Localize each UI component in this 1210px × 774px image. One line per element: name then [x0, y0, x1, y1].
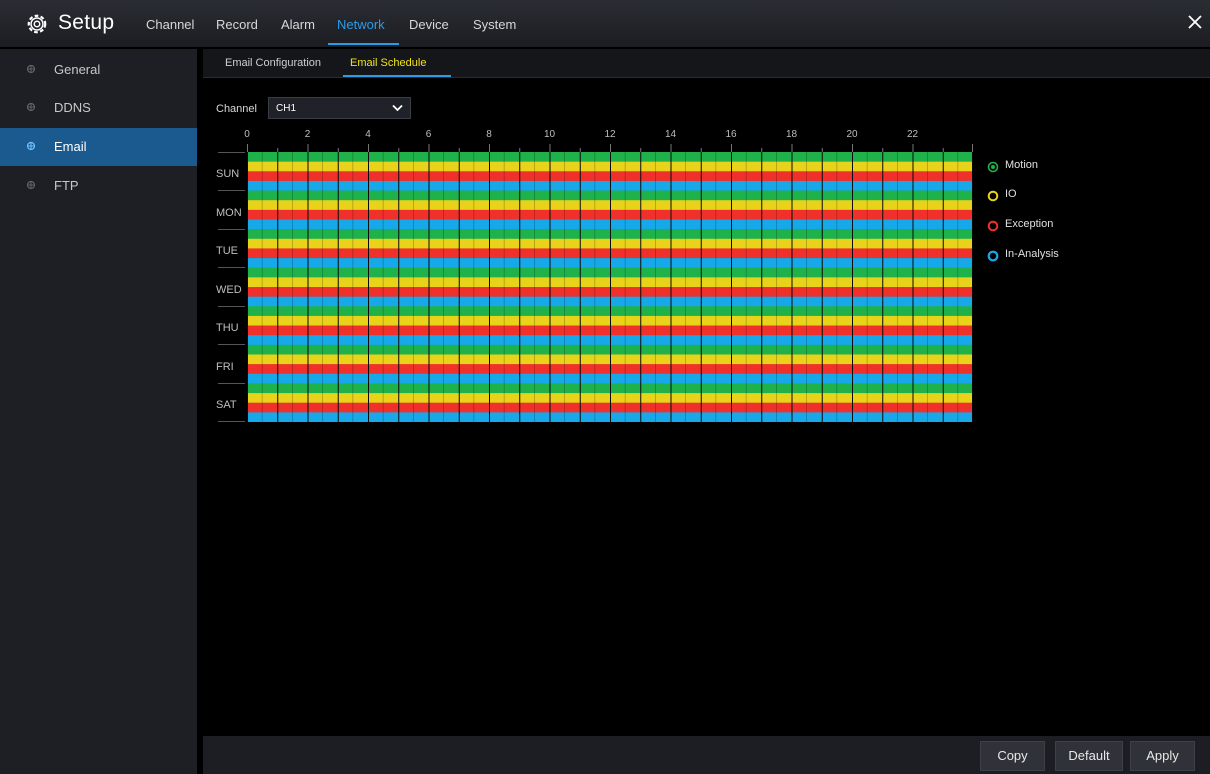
sidebar-item-label: Email	[54, 139, 87, 154]
menu-record[interactable]: Record	[216, 17, 258, 32]
copy-button[interactable]: Copy	[980, 741, 1045, 771]
day-label-thu: THU	[216, 322, 239, 334]
chevron-down-icon	[392, 104, 403, 112]
hour-axis-ticks	[247, 144, 973, 152]
menu-network[interactable]: Network	[337, 17, 385, 32]
sidebar-item-email[interactable]: Email	[0, 128, 197, 166]
hour-label: 6	[425, 129, 432, 140]
sidebar-item-general[interactable]: General	[0, 51, 197, 89]
sidebar-item-label: FTP	[54, 178, 79, 193]
legend-label: Exception	[1005, 218, 1054, 230]
menu-device[interactable]: Device	[409, 17, 449, 32]
close-icon[interactable]	[1186, 13, 1204, 31]
hour-label: 8	[486, 129, 492, 140]
channel-select[interactable]: CH1	[268, 97, 411, 119]
tab-email-configuration[interactable]: Email Configuration	[225, 57, 321, 69]
bullet-icon	[26, 180, 36, 190]
hour-label: 16	[725, 129, 737, 140]
hour-label: 14	[664, 129, 677, 140]
day-label-fri: FRI	[216, 361, 234, 373]
hour-label: 0	[244, 129, 250, 140]
radio-icon	[987, 190, 999, 202]
day-separator	[218, 190, 245, 191]
schedule-grid[interactable]	[247, 152, 973, 422]
day-separator	[218, 229, 245, 230]
sidebar: General DDNS Email FTP	[0, 49, 197, 774]
radio-icon	[987, 250, 999, 262]
day-label-sun: SUN	[216, 168, 240, 180]
channel-value: CH1	[276, 103, 297, 114]
legend-label: In-Analysis	[1005, 248, 1059, 260]
sidebar-item-label: General	[54, 62, 101, 77]
default-button[interactable]: Default	[1055, 741, 1123, 771]
day-separator	[218, 306, 245, 307]
hour-label: 10	[543, 129, 556, 140]
radio-selected-icon	[987, 161, 999, 173]
legend-label: IO	[1005, 188, 1017, 200]
sidebar-item-label: DDNS	[54, 100, 91, 115]
sidebar-item-ddns[interactable]: DDNS	[0, 89, 197, 127]
day-label-mon: MON	[216, 207, 242, 219]
menu-channel[interactable]: Channel	[146, 17, 194, 32]
active-subtab-underline	[343, 75, 451, 77]
sidebar-item-ftp[interactable]: FTP	[0, 167, 197, 205]
hour-label: 20	[846, 129, 858, 140]
day-separator	[218, 344, 245, 345]
app-title: Setup	[58, 11, 115, 34]
bullet-icon	[26, 102, 36, 112]
day-separator	[218, 152, 245, 153]
gear-icon	[27, 14, 47, 34]
hour-label: 12	[604, 129, 616, 140]
subtab-bar: Email Configuration Email Schedule	[203, 49, 1210, 78]
day-separator	[218, 421, 245, 422]
hour-label: 4	[365, 129, 371, 140]
apply-button[interactable]: Apply	[1130, 741, 1195, 771]
menu-alarm[interactable]: Alarm	[281, 17, 315, 32]
day-label-tue: TUE	[216, 245, 238, 257]
day-separator	[218, 383, 245, 384]
hour-label: 18	[785, 129, 798, 140]
bullet-icon	[26, 64, 36, 74]
legend-label: Motion	[1005, 159, 1039, 171]
active-menu-underline	[328, 43, 399, 45]
day-separator	[218, 267, 245, 268]
menu-system[interactable]: System	[473, 17, 516, 32]
hour-label: 2	[304, 129, 311, 140]
bullet-icon	[26, 141, 36, 151]
radio-icon	[987, 220, 999, 232]
day-label-sat: SAT	[216, 399, 237, 411]
top-bar: Setup Channel Record Alarm Network Devic…	[0, 0, 1210, 47]
channel-label: Channel	[216, 103, 257, 115]
tab-email-schedule[interactable]: Email Schedule	[350, 57, 426, 69]
hour-label: 22	[906, 129, 919, 140]
day-label-wed: WED	[216, 284, 242, 296]
